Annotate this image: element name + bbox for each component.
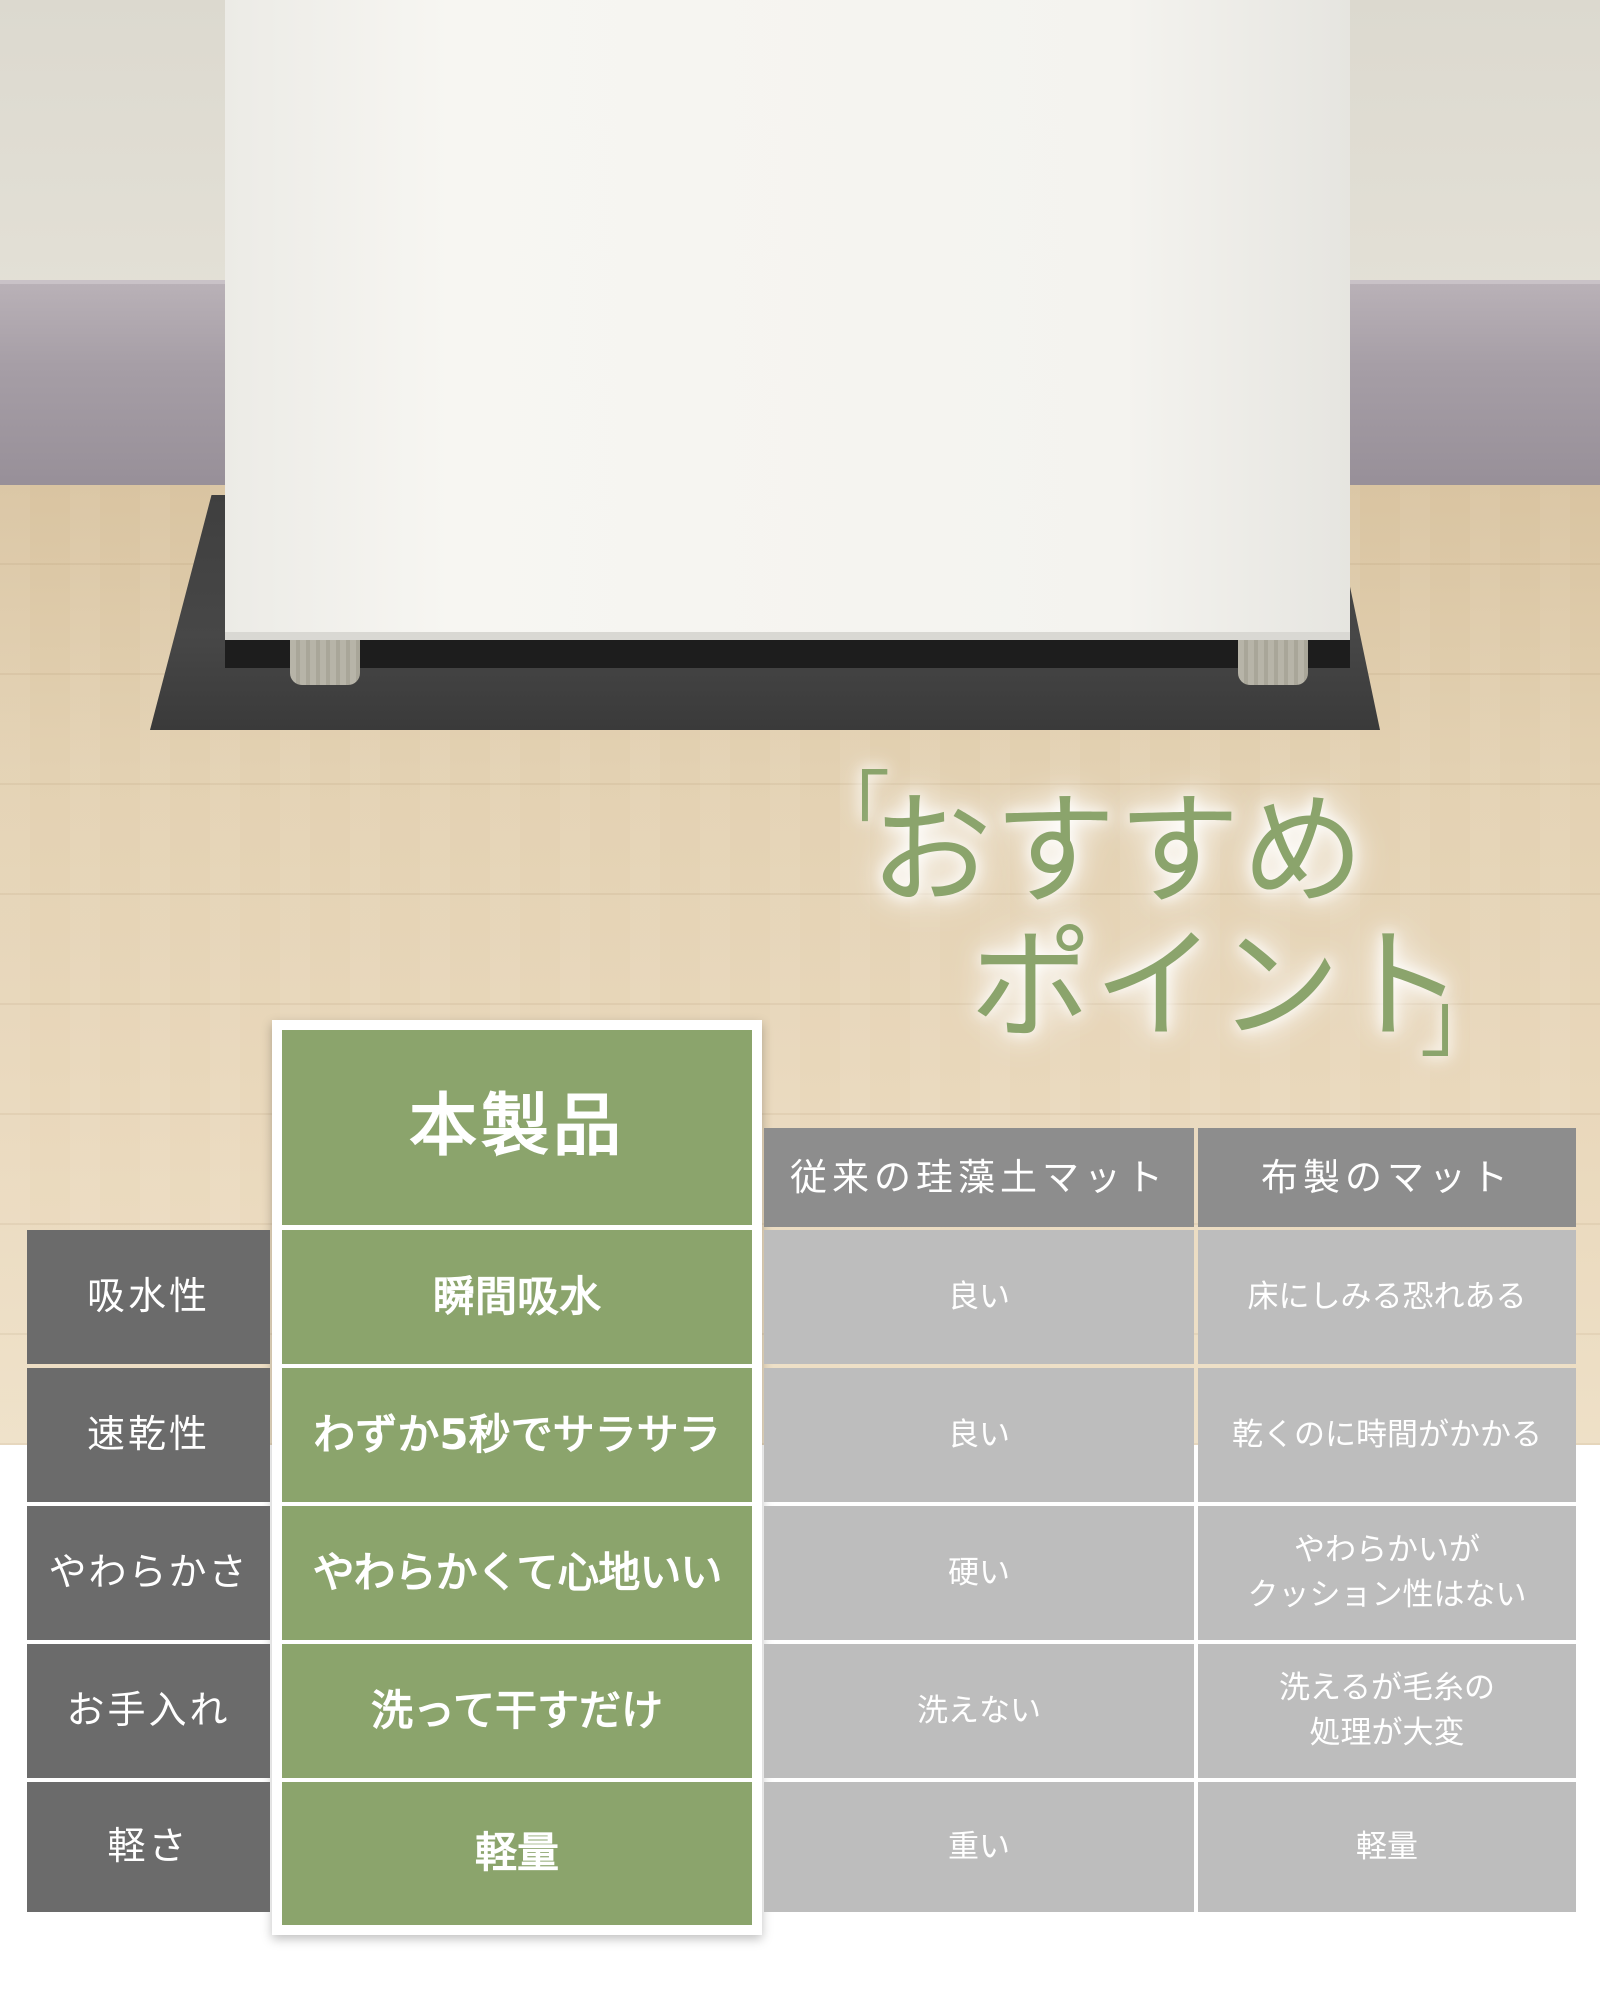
fabric-value-maintenance: 洗えるが毛糸の 処理が大変: [1198, 1644, 1576, 1778]
diatomite-value-maintenance: 洗えない: [764, 1644, 1194, 1778]
row-label-quick-dry: 速乾性: [27, 1368, 270, 1502]
headline-line-2: ポイント: [970, 915, 1466, 1057]
row-label-maintenance: お手入れ: [27, 1644, 270, 1778]
diatomite-value-absorbency: 良い: [764, 1230, 1194, 1364]
headline-close-bracket: 」: [1420, 975, 1500, 1068]
fridge-shadow: [225, 638, 1350, 668]
diatomite-value-softness: 硬い: [764, 1506, 1194, 1640]
row-label-absorbency: 吸水性: [27, 1230, 270, 1364]
header-fabric-mat: 布製のマット: [1198, 1128, 1576, 1227]
product-value-quick-dry: わずか5秒でサラサラ: [282, 1368, 752, 1502]
headline-line-1: おすすめ: [870, 780, 1366, 922]
fabric-value-quick-dry: 乾くのに時間がかかる: [1198, 1368, 1576, 1502]
product-value-softness: やわらかくて心地いい: [282, 1506, 752, 1640]
fabric-value-lightness: 軽量: [1198, 1782, 1576, 1912]
product-value-absorbency: 瞬間吸水: [282, 1230, 752, 1364]
row-label-softness: やわらかさ: [27, 1506, 270, 1640]
product-comparison-banner: 「 おすすめ ポイント 」 本製品 従来の珪藻土マット 布製のマット 吸水性 瞬…: [0, 0, 1600, 2000]
header-product: 本製品: [282, 1030, 752, 1225]
product-value-maintenance: 洗って干すだけ: [282, 1644, 752, 1778]
header-diatomite-mat: 従来の珪藻土マット: [764, 1128, 1194, 1227]
row-label-lightness: 軽さ: [27, 1782, 270, 1912]
fabric-value-absorbency: 床にしみる恐れある: [1198, 1230, 1576, 1364]
headline: 「 おすすめ ポイント 」: [800, 770, 1500, 1070]
product-value-lightness: 軽量: [282, 1782, 752, 1925]
fridge-leg: [290, 640, 360, 685]
diatomite-value-quick-dry: 良い: [764, 1368, 1194, 1502]
refrigerator-image: [225, 0, 1350, 640]
diatomite-value-lightness: 重い: [764, 1782, 1194, 1912]
fridge-leg: [1238, 640, 1308, 685]
fabric-value-softness: やわらかいが クッション性はない: [1198, 1506, 1576, 1640]
